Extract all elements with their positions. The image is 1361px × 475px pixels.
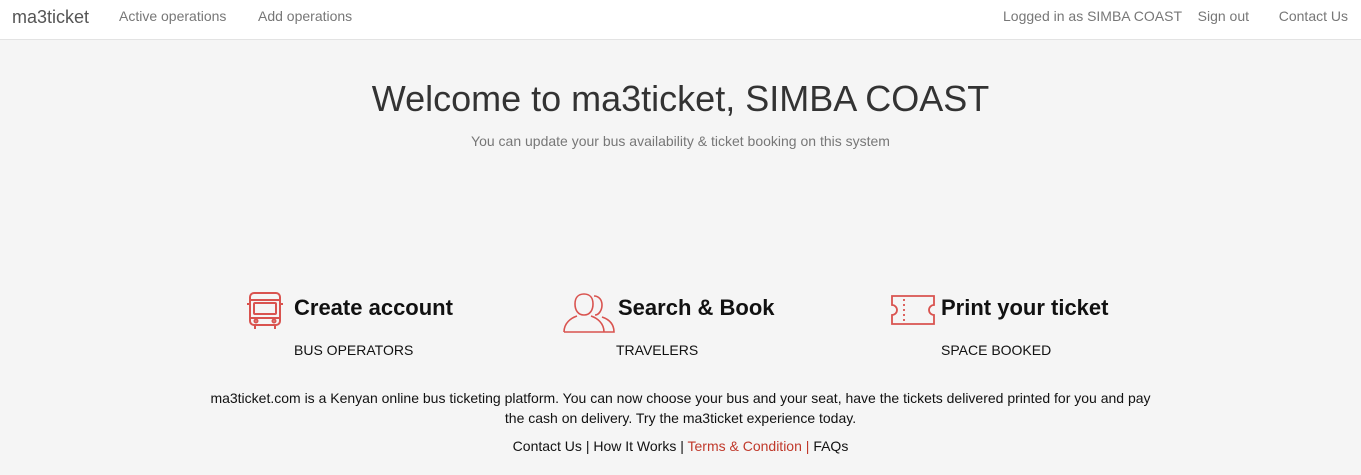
brand-logo-link[interactable]: ma3ticket (12, 7, 89, 28)
footer-separator: | (680, 438, 684, 454)
footer-contact-us[interactable]: Contact Us (513, 438, 582, 454)
logged-in-user-text: Logged in as SIMBA COAST (1003, 8, 1182, 24)
feature-subtitle: TRAVELERS (616, 342, 699, 358)
footer-faqs[interactable]: FAQs (813, 438, 848, 454)
footer-links: Contact Us | How It Works | Terms & Cond… (0, 438, 1361, 454)
ticket-icon (890, 290, 936, 335)
feature-subtitle: SPACE BOOKED (941, 342, 1052, 358)
page-title: Welcome to ma3ticket, SIMBA COAST (371, 78, 990, 119)
footer-terms[interactable]: Terms & Condition (688, 438, 802, 454)
feature-subtitle: BUS OPERATORS (294, 342, 414, 358)
nav-active-operations[interactable]: Active operations (119, 8, 226, 24)
sign-out-link[interactable]: Sign out (1198, 8, 1249, 24)
bus-icon (244, 290, 286, 337)
footer-separator: | (585, 438, 590, 454)
users-icon (562, 290, 616, 339)
page-subtitle: You can update your bus availability & t… (471, 133, 890, 149)
footer-separator: | (805, 438, 810, 454)
top-navbar: ma3ticket Active operations Add operatio… (0, 0, 1361, 40)
footer-how-it-works[interactable]: How It Works (593, 438, 676, 454)
feature-title: Create account (294, 295, 453, 320)
nav-contact-us[interactable]: Contact Us (1279, 8, 1348, 24)
nav-add-operations[interactable]: Add operations (258, 8, 352, 24)
about-text: ma3ticket.com is a Kenyan online bus tic… (210, 390, 1151, 426)
feature-title: Search & Book (618, 295, 775, 320)
feature-title: Print your ticket (941, 295, 1109, 320)
